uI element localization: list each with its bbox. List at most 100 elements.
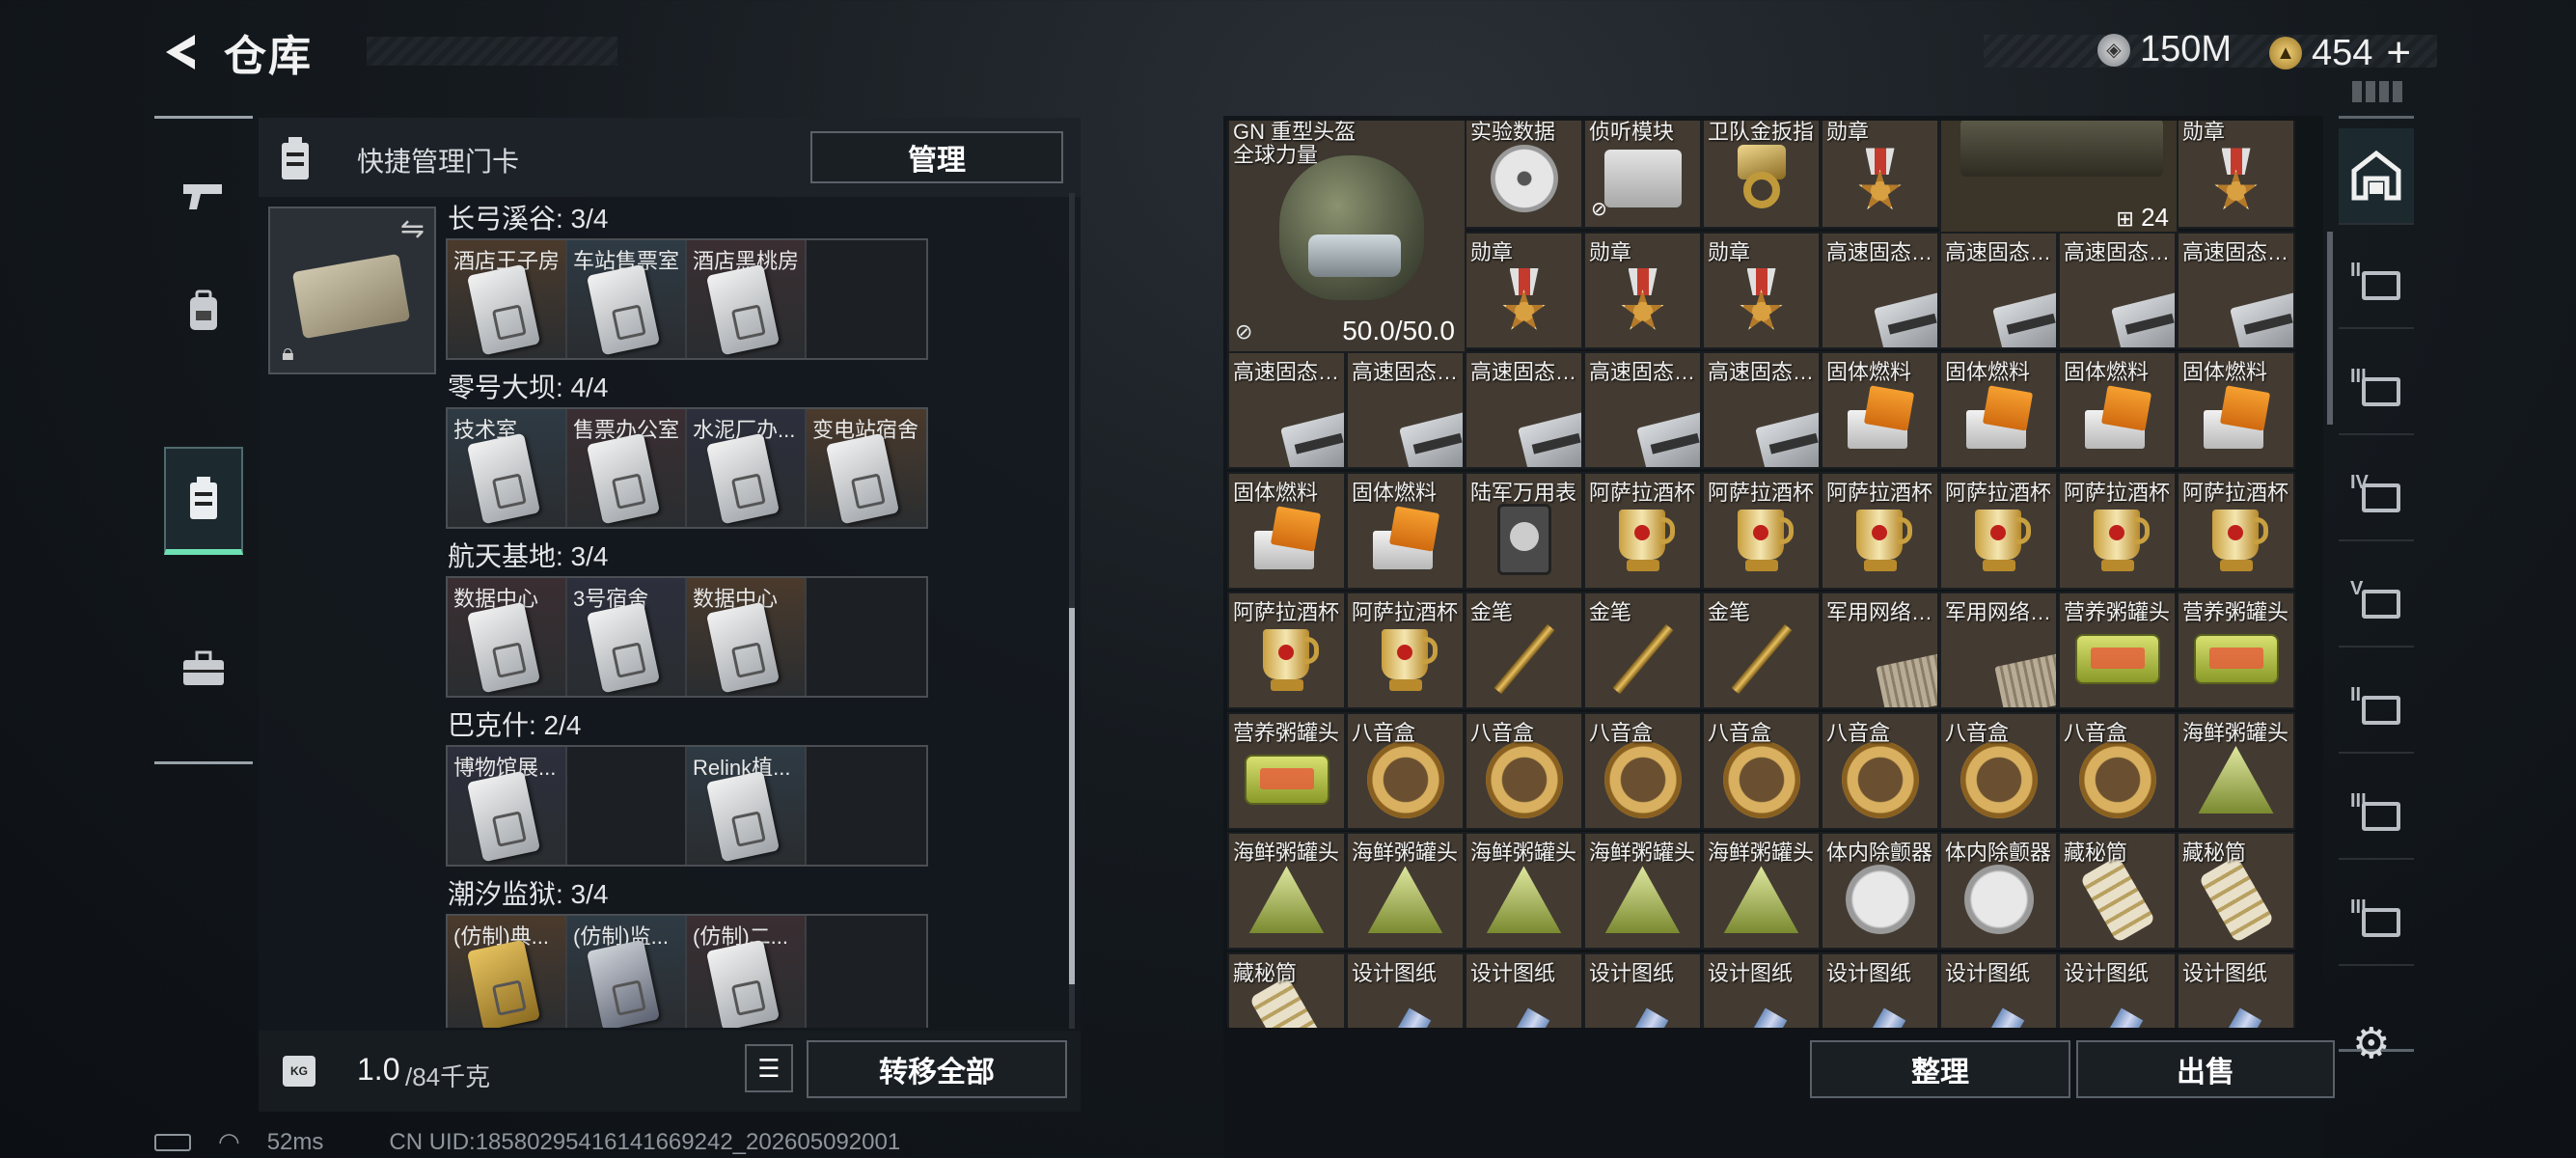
inventory-item[interactable]: 金笔 [1583, 592, 1702, 709]
nav-case-tab[interactable] [164, 620, 243, 717]
inventory-item[interactable]: 阿萨拉酒杯 [1227, 592, 1346, 709]
inventory-item[interactable]: 高速固态硬盘 [2177, 231, 2295, 349]
inventory-item[interactable]: 八音盒 [1583, 711, 1702, 830]
currency-triangle-coin[interactable]: ▲ 454 + [2269, 29, 2411, 77]
inventory-item[interactable]: 阿萨拉酒杯 [1939, 471, 2058, 590]
keycard-slot[interactable]: 酒店黑桃房 [687, 240, 807, 358]
inventory-item[interactable]: 高速固态硬盘 [1702, 351, 1821, 469]
list-view-button[interactable]: ☰ [745, 1044, 793, 1092]
inventory-item[interactable]: 勋章 [1821, 121, 1939, 229]
inventory-item[interactable]: 设计图纸 [1821, 951, 1939, 1028]
inventory-item[interactable]: 陆军万用表 [1465, 471, 1583, 590]
inventory-item[interactable]: 实验数据 [1465, 121, 1583, 229]
inventory-item[interactable]: 军用网络模块 [1821, 592, 1939, 709]
inventory-item[interactable]: 海鲜粥罐头 [1346, 832, 1465, 950]
tab-all-warehouse[interactable] [2339, 128, 2414, 225]
inventory-item[interactable]: 设计图纸 [1465, 951, 1583, 1028]
tab-warehouse-1[interactable]: II [2339, 233, 2414, 329]
keycard-slot[interactable]: 数据中心 [448, 578, 567, 696]
keycard-empty-slot[interactable] [807, 578, 926, 696]
inventory-item[interactable]: 军用网络模块 [1939, 592, 2058, 709]
inventory-item[interactable]: 营养粥罐头 [1227, 711, 1346, 830]
inventory-item-ammo-crate[interactable]: ⊞ 24 [1939, 121, 2179, 238]
inventory-item[interactable]: 设计图纸 [1346, 951, 1465, 1028]
keycard-holder-slot[interactable]: ⇋ 🔒︎ [268, 207, 436, 374]
inventory-item[interactable]: 高速固态硬盘 [2058, 231, 2177, 349]
keycard-slot[interactable]: 水泥厂办... [687, 409, 807, 527]
keycard-empty-slot[interactable] [807, 916, 926, 1028]
inventory-item[interactable]: 海鲜粥罐头 [1465, 832, 1583, 950]
sort-button[interactable]: 整理 [1810, 1040, 2070, 1098]
keycard-slot[interactable]: 变电站宿舍 [807, 409, 926, 527]
inventory-item[interactable]: 八音盒 [1465, 711, 1583, 830]
inventory-item[interactable]: 营养粥罐头 [2058, 592, 2177, 709]
inventory-item-helmet[interactable]: GN 重型头盔 全球力量 ⊘ 50.0/50.0 [1227, 121, 1466, 356]
inventory-item[interactable]: 阿萨拉酒杯 [2058, 471, 2177, 590]
inventory-item[interactable]: 阿萨拉酒杯 [1346, 592, 1465, 709]
inventory-item[interactable]: 勋章 [2177, 121, 2295, 229]
inventory-item[interactable]: 体内除颤器 [1939, 832, 2058, 950]
inventory-item[interactable]: 金笔 [1702, 592, 1821, 709]
inventory-item[interactable]: 藏秘筒 [2058, 832, 2177, 950]
inventory-item[interactable]: 勋章 [1702, 231, 1821, 349]
keycard-slot[interactable]: 酒店王子房 [448, 240, 567, 358]
inventory-item[interactable]: 阿萨拉酒杯 [1583, 471, 1702, 590]
manage-button[interactable]: 管理 [810, 131, 1063, 183]
inventory-item[interactable]: 高速固态硬盘 [1346, 351, 1465, 469]
inventory-item[interactable]: 设计图纸 [2177, 951, 2295, 1028]
inventory-item[interactable]: 勋章 [1583, 231, 1702, 349]
sell-button[interactable]: 出售 [2076, 1040, 2335, 1098]
inventory-item[interactable]: 固体燃料 [1346, 471, 1465, 590]
keycard-slot[interactable]: 3号宿舍 [567, 578, 687, 696]
inventory-item[interactable]: 藏秘筒 [1227, 951, 1346, 1028]
inventory-item[interactable]: 设计图纸 [1583, 951, 1702, 1028]
inventory-item[interactable]: 侦听模块 ⊘ [1583, 121, 1702, 229]
inventory-item[interactable]: 八音盒 [1821, 711, 1939, 830]
inventory-item[interactable]: 固体燃料 [1227, 471, 1346, 590]
inventory-item[interactable]: 设计图纸 [1702, 951, 1821, 1028]
back-button[interactable] [154, 27, 208, 77]
keycard-slot[interactable]: Relink植... [687, 747, 807, 865]
inventory-item[interactable]: 海鲜粥罐头 [1702, 832, 1821, 950]
inventory-item[interactable]: 固体燃料 [1821, 351, 1939, 469]
inventory-item[interactable]: 高速固态硬盘 [1227, 351, 1346, 469]
tab-warehouse-3[interactable]: IV [2339, 445, 2414, 541]
keycard-slot[interactable]: 售票办公室 [567, 409, 687, 527]
inventory-item[interactable]: 固体燃料 [2058, 351, 2177, 469]
inventory-item[interactable]: 卫队金扳指 [1702, 121, 1821, 229]
tab-warehouse-6[interactable]: III [2339, 763, 2414, 860]
inventory-item[interactable]: 设计图纸 [1939, 951, 2058, 1028]
inventory-item[interactable]: 阿萨拉酒杯 [1821, 471, 1939, 590]
keycard-empty-slot[interactable] [807, 240, 926, 358]
nav-backpack-tab[interactable] [164, 263, 243, 360]
swap-icon[interactable]: ⇋ [400, 212, 425, 246]
inventory-item[interactable]: 高速固态硬盘 [1583, 351, 1702, 469]
inventory-item[interactable]: 海鲜粥罐头 [1583, 832, 1702, 950]
inventory-item[interactable]: 海鲜粥罐头 [1227, 832, 1346, 950]
inventory-item[interactable]: 八音盒 [1702, 711, 1821, 830]
tab-warehouse-4[interactable]: V [2339, 551, 2414, 648]
inventory-item[interactable]: 八音盒 [1346, 711, 1465, 830]
keycard-slot[interactable]: 技术室 [448, 409, 567, 527]
tab-warehouse-7[interactable]: III [2339, 869, 2414, 966]
keycard-empty-slot[interactable] [807, 747, 926, 865]
inventory-item[interactable]: 体内除颤器 [1821, 832, 1939, 950]
inventory-item[interactable]: 固体燃料 [2177, 351, 2295, 469]
nav-keycard-tab[interactable] [164, 447, 243, 555]
keycard-slot[interactable]: (仿制)监... [567, 916, 687, 1028]
inventory-item[interactable]: 海鲜粥罐头 [2177, 711, 2295, 830]
inventory-item[interactable]: 设计图纸 [2058, 951, 2177, 1028]
keycard-slot[interactable]: (仿制)典... [448, 916, 567, 1028]
nav-weapons-tab[interactable] [164, 148, 243, 244]
inventory-item[interactable]: 高速固态硬盘 [1939, 231, 2058, 349]
transfer-all-button[interactable]: 转移全部 [807, 1040, 1067, 1098]
inventory-item[interactable]: 八音盒 [2058, 711, 2177, 830]
tab-warehouse-2[interactable]: III [2339, 339, 2414, 435]
tab-warehouse-5[interactable]: II [2339, 657, 2414, 754]
inventory-item[interactable]: 藏秘筒 [2177, 832, 2295, 950]
settings-gear-icon[interactable]: ⚙ [2352, 1019, 2390, 1068]
keycard-slot[interactable]: 博物馆展... [448, 747, 567, 865]
inventory-item[interactable]: 阿萨拉酒杯 [1702, 471, 1821, 590]
keycard-slot[interactable]: 车站售票室 [567, 240, 687, 358]
add-currency-icon[interactable]: + [2386, 29, 2411, 77]
